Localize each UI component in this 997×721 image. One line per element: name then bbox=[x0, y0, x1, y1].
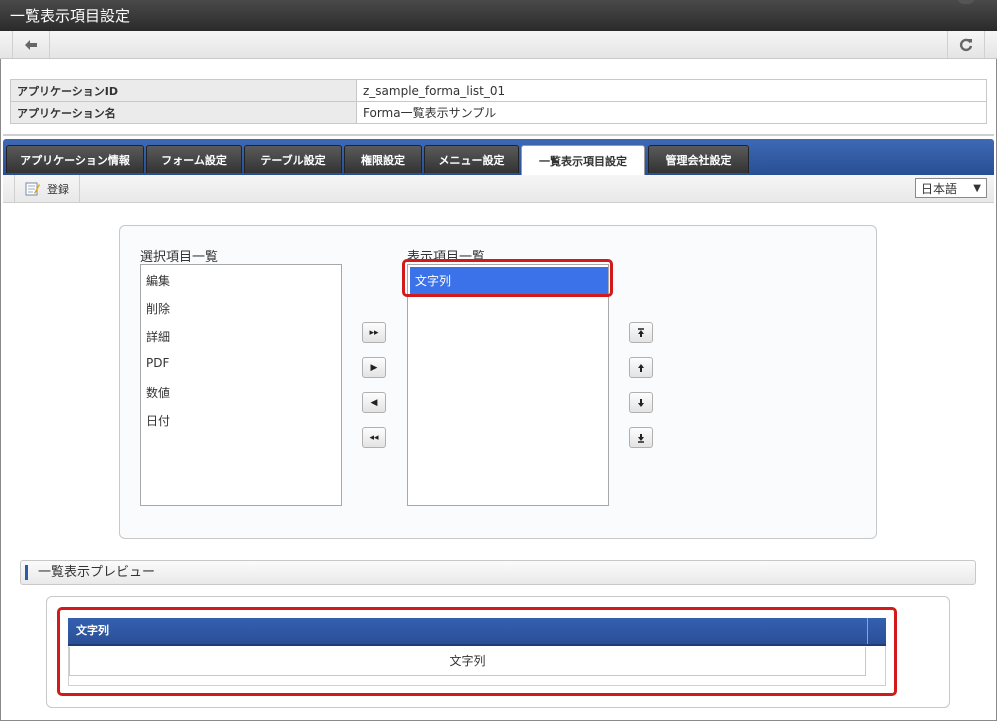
arrow-right-icon: ▶ bbox=[370, 362, 378, 373]
refresh-button[interactable] bbox=[947, 31, 985, 58]
display-items-list[interactable]: 文字列 bbox=[407, 264, 609, 506]
app-name-value: Forma一覧表示サンプル bbox=[356, 101, 987, 124]
move-top-button[interactable] bbox=[629, 322, 653, 343]
move-left-button[interactable]: ◀ bbox=[362, 392, 386, 413]
arrow-up-icon bbox=[638, 363, 644, 372]
arrow-left-icon bbox=[25, 39, 37, 50]
move-up-button[interactable] bbox=[629, 357, 653, 378]
list-item[interactable]: PDF bbox=[146, 356, 169, 370]
preview-section-header: 一覧表示プレビュー bbox=[20, 560, 976, 585]
language-select[interactable]: 日本語 ▼ bbox=[915, 178, 987, 198]
app-info-table: アプリケーションID z_sample_forma_list_01 アプリケーシ… bbox=[10, 79, 987, 124]
list-item[interactable]: 編集 bbox=[146, 272, 170, 289]
register-button[interactable]: 登録 bbox=[14, 175, 80, 202]
tab-form-settings[interactable]: フォーム設定 bbox=[146, 145, 242, 173]
title-bar: 一覧表示項目設定 bbox=[0, 0, 997, 31]
app-name-label: アプリケーション名 bbox=[10, 101, 357, 124]
list-item[interactable]: 削除 bbox=[146, 300, 170, 317]
back-button[interactable] bbox=[12, 31, 50, 58]
tab-list-display-settings[interactable]: 一覧表示項目設定 bbox=[521, 145, 645, 175]
list-item[interactable]: 詳細 bbox=[146, 328, 170, 345]
move-down-button[interactable] bbox=[629, 392, 653, 413]
list-item[interactable]: 数値 bbox=[146, 384, 170, 401]
section-accent-bar bbox=[25, 565, 28, 580]
register-label: 登録 bbox=[47, 182, 69, 196]
move-all-right-button[interactable]: ▸▸ bbox=[362, 322, 386, 343]
move-bottom-button[interactable] bbox=[629, 427, 653, 448]
tab-permission-settings[interactable]: 権限設定 bbox=[344, 145, 422, 173]
highlight-frame bbox=[402, 259, 613, 297]
list-item[interactable]: 日付 bbox=[146, 412, 170, 429]
command-toolbar: 登録 日本語 ▼ bbox=[3, 175, 994, 203]
tab-bar: アプリケーション情報 フォーム設定 テーブル設定 権限設定 メニュー設定 一覧表… bbox=[3, 139, 994, 175]
move-right-button[interactable]: ▶ bbox=[362, 357, 386, 378]
available-items-list[interactable]: 編集 削除 詳細 PDF 数値 日付 bbox=[140, 264, 342, 506]
tab-app-info[interactable]: アプリケーション情報 bbox=[6, 145, 144, 173]
table-row: アプリケーション名 Forma一覧表示サンプル bbox=[10, 101, 987, 124]
tab-company-settings[interactable]: 管理会社設定 bbox=[648, 145, 749, 173]
available-items-label: 選択項目一覧 bbox=[140, 250, 219, 265]
move-to-top-icon bbox=[638, 327, 644, 337]
move-all-left-button[interactable]: ◂◂ bbox=[362, 427, 386, 448]
double-arrow-right-icon: ▸▸ bbox=[369, 327, 379, 338]
top-toolbar bbox=[0, 31, 997, 59]
dropdown-arrow-icon: ▼ bbox=[973, 183, 981, 194]
window-control-icon[interactable] bbox=[957, 0, 975, 4]
divider bbox=[3, 134, 994, 136]
move-to-bottom-icon bbox=[638, 433, 644, 443]
arrow-left-icon: ◀ bbox=[370, 397, 378, 408]
tab-table-settings[interactable]: テーブル設定 bbox=[244, 145, 342, 173]
tab-menu-settings[interactable]: メニュー設定 bbox=[424, 145, 519, 173]
preview-section-title: 一覧表示プレビュー bbox=[38, 565, 156, 580]
edit-document-icon bbox=[25, 182, 40, 196]
app-id-label: アプリケーションID bbox=[10, 79, 357, 102]
refresh-icon bbox=[959, 38, 973, 51]
preview-highlight-frame bbox=[57, 607, 897, 696]
table-row: アプリケーションID z_sample_forma_list_01 bbox=[10, 79, 987, 102]
page-title: 一覧表示項目設定 bbox=[10, 7, 131, 25]
double-arrow-left-icon: ◂◂ bbox=[369, 432, 379, 443]
app-id-value: z_sample_forma_list_01 bbox=[356, 79, 987, 102]
arrow-down-icon bbox=[638, 398, 644, 407]
language-value: 日本語 bbox=[921, 182, 958, 196]
